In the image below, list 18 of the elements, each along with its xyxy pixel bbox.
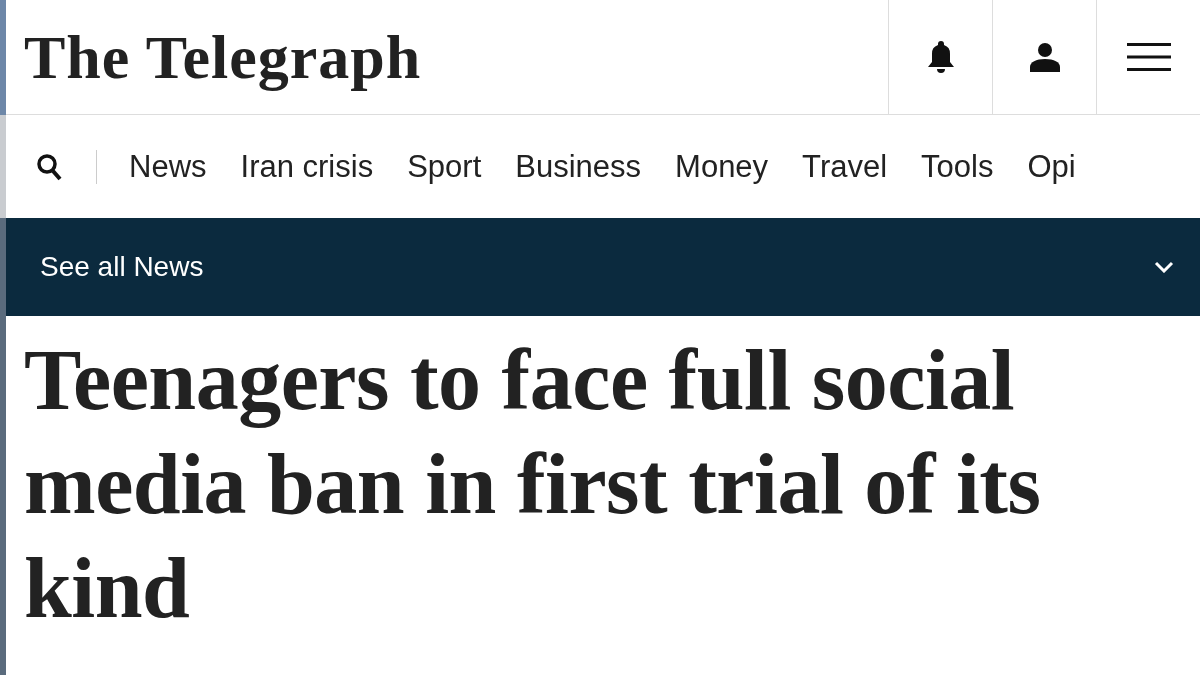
nav-link[interactable]: Iran crisis xyxy=(240,148,374,185)
nav-link[interactable]: Travel xyxy=(802,148,888,185)
menu-icon xyxy=(1126,43,1171,71)
nav-link[interactable]: News xyxy=(129,148,207,185)
search-icon xyxy=(36,152,62,181)
chevron-down-icon xyxy=(1154,261,1174,273)
search-button[interactable] xyxy=(36,152,62,181)
section-bar[interactable]: See all News xyxy=(6,218,1200,316)
nav-link[interactable]: Sport xyxy=(407,148,482,185)
section-label: See all News xyxy=(40,251,204,283)
nav-link[interactable]: Money xyxy=(675,148,769,185)
site-logo[interactable]: The Telegraph xyxy=(24,21,422,93)
bell-icon xyxy=(925,40,956,74)
nav-link[interactable]: Tools xyxy=(921,148,994,185)
nav-link[interactable]: Business xyxy=(515,148,642,185)
article-headline: Teenagers to face full social media ban in first trial of its kind xyxy=(24,331,1042,638)
nav-link[interactable]: Opi xyxy=(1027,148,1076,185)
person-icon xyxy=(1028,42,1061,72)
